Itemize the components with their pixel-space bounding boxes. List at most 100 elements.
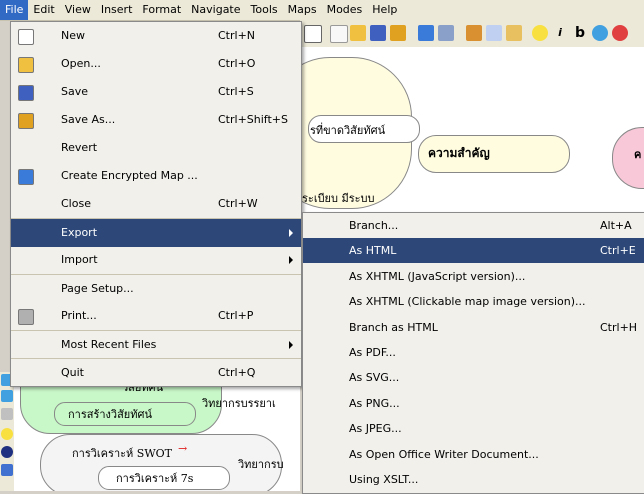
export-menu-item-as-png[interactable]: As PNG...: [303, 391, 644, 416]
submenu-arrow-icon: [289, 229, 293, 237]
menu-item-label: As Open Office Writer Document...: [349, 447, 539, 461]
file-menu-item-most-recent-files[interactable]: Most Recent Files: [11, 330, 301, 359]
export-menu-item-as-html[interactable]: As HTML Ctrl+E: [303, 238, 644, 264]
italic-icon[interactable]: i: [552, 25, 568, 41]
mindmap-node-text: ระเบียบ มีระบบ: [302, 192, 375, 205]
export-menu-item-branch-as-html[interactable]: Branch as HTML Ctrl+H: [303, 315, 644, 340]
export-menu-item-as-jpeg[interactable]: As JPEG...: [303, 416, 644, 441]
copy-icon[interactable]: [486, 25, 502, 41]
menu-item-label: New: [61, 29, 85, 42]
menu-item-label: Branch...: [349, 219, 399, 232]
file-menu: New Ctrl+N Open... Ctrl+O Save Ctrl+S Save As.…: [10, 21, 302, 387]
menu-navigate[interactable]: Navigate: [186, 0, 245, 20]
menu-edit[interactable]: Edit: [28, 0, 59, 20]
menu-format[interactable]: Format: [137, 0, 186, 20]
menu-item-label: Save As...: [61, 113, 116, 126]
paste-icon[interactable]: [506, 25, 522, 41]
menu-item-label: Branch as HTML: [349, 320, 438, 334]
menu-item-label: Export: [61, 226, 98, 239]
menu-item-label: Quit: [61, 366, 84, 379]
menu-item-label: Most Recent Files: [61, 338, 157, 351]
file-menu-item-page-setup[interactable]: Page Setup...: [11, 274, 301, 303]
smiley-icon[interactable]: [1, 428, 13, 440]
left-icon-strip: [0, 372, 14, 491]
redo-icon[interactable]: [438, 25, 454, 41]
menu-item-label: As PNG...: [349, 396, 400, 410]
mindmap-node-text: รที่ขาดวิสัยทัศน์: [310, 124, 386, 137]
file-menu-item-save[interactable]: Save Ctrl+S: [11, 78, 301, 106]
menu-item-shortcut: Ctrl+O: [218, 57, 256, 70]
toolbar: i b: [300, 20, 644, 48]
file-menu-item-new[interactable]: New Ctrl+N: [11, 22, 301, 50]
save-as-icon[interactable]: [390, 25, 406, 41]
menu-item-shortcut: Ctrl+H: [600, 320, 638, 334]
mindmap-node-text: วิทยากรบรรยาเ: [202, 397, 276, 410]
export-menu-item-as-open-office-writer-document[interactable]: As Open Office Writer Document...: [303, 442, 644, 467]
save-as-icon: [18, 113, 34, 129]
menu-item-label: Import: [61, 253, 98, 266]
file-menu-item-import[interactable]: Import: [11, 246, 301, 274]
file-menu-item-create-encrypted-map[interactable]: Create Encrypted Map ...: [11, 162, 301, 190]
menu-item-label: As JPEG...: [349, 422, 402, 436]
open-folder-icon: [18, 57, 34, 73]
arrow-right-icon[interactable]: [1, 390, 13, 402]
cut-icon[interactable]: [466, 25, 482, 41]
mindmap-node-text: ความสำคัญ: [428, 146, 490, 160]
menu-item-shortcut: Alt+A: [600, 219, 632, 232]
file-menu-item-quit[interactable]: Quit Ctrl+Q: [11, 358, 301, 387]
mindmap-node-text: วิทยากรบ: [238, 458, 284, 471]
cloud-icon[interactable]: [592, 25, 608, 41]
submenu-arrow-icon: [289, 341, 293, 349]
lock-icon: [18, 169, 34, 185]
menu-insert[interactable]: Insert: [96, 0, 138, 20]
file-menu-item-print[interactable]: Print... Ctrl+P: [11, 302, 301, 330]
mindmap-node-text: การสร้างวิสัยทัศน์: [68, 408, 153, 421]
book-icon[interactable]: [1, 464, 13, 476]
dropdown-arrow-icon[interactable]: [304, 25, 322, 43]
mindmap-node-text: การวิเคราะห์ SWOT: [72, 447, 172, 460]
lightbulb-icon[interactable]: [532, 25, 548, 41]
export-menu-item-as-xhtml-clickable-map-image-version[interactable]: As XHTML (Clickable map image version)..…: [303, 289, 644, 314]
menu-bar: File Edit View Insert Format Navigate To…: [0, 0, 644, 21]
file-menu-item-save-as[interactable]: Save As... Ctrl+Shift+S: [11, 106, 301, 134]
export-menu-item-as-pdf[interactable]: As PDF...: [303, 340, 644, 365]
menu-item-label: As XHTML (Clickable map image version)..…: [349, 295, 586, 309]
menu-file[interactable]: File: [0, 0, 29, 20]
menu-modes[interactable]: Modes: [322, 0, 368, 20]
export-menu-item-as-xhtml-javascript-version[interactable]: As XHTML (JavaScript version)...: [303, 264, 644, 289]
menu-item-label: As XHTML (JavaScript version)...: [349, 269, 526, 283]
menu-item-shortcut: Ctrl+S: [218, 85, 254, 98]
menu-item-label: Open...: [61, 57, 101, 70]
undo-icon[interactable]: [418, 25, 434, 41]
menu-item-label: Close: [61, 197, 91, 210]
menu-view[interactable]: View: [60, 0, 96, 20]
paperclip-icon[interactable]: [1, 408, 13, 420]
export-menu-item-branch[interactable]: Branch... Alt+A: [303, 213, 644, 238]
menu-item-shortcut: Ctrl+E: [600, 244, 636, 258]
menu-item-label: Page Setup...: [61, 282, 134, 295]
file-menu-item-export[interactable]: Export: [11, 218, 301, 247]
menu-item-shortcut: Ctrl+Q: [218, 366, 256, 379]
bold-icon[interactable]: b: [572, 25, 588, 41]
color-icon[interactable]: [612, 25, 628, 41]
file-menu-item-revert[interactable]: Revert: [11, 134, 301, 162]
save-disk-icon[interactable]: [370, 25, 386, 41]
file-menu-item-open[interactable]: Open... Ctrl+O: [11, 50, 301, 78]
new-document-icon: [18, 29, 34, 45]
new-document-icon[interactable]: [330, 25, 348, 43]
mindmap-node-text: ค: [634, 148, 642, 161]
export-menu-item-using-xslt[interactable]: Using XSLT...: [303, 467, 644, 492]
menu-item-shortcut: Ctrl+W: [218, 197, 258, 210]
blue-ball-icon[interactable]: [1, 446, 13, 458]
export-menu-item-as-svg[interactable]: As SVG...: [303, 365, 644, 390]
menu-tools[interactable]: Tools: [246, 0, 283, 20]
menu-item-shortcut: Ctrl+Shift+S: [218, 113, 288, 126]
menu-maps[interactable]: Maps: [283, 0, 322, 20]
menu-item-label: As PDF...: [349, 346, 396, 359]
open-folder-icon[interactable]: [350, 25, 366, 41]
menu-item-label: Revert: [61, 141, 98, 154]
file-menu-item-close[interactable]: Close Ctrl+W: [11, 190, 301, 218]
menu-help[interactable]: Help: [367, 0, 402, 20]
arrow-icon: →: [178, 442, 188, 455]
menu-item-label: As HTML: [349, 244, 397, 258]
